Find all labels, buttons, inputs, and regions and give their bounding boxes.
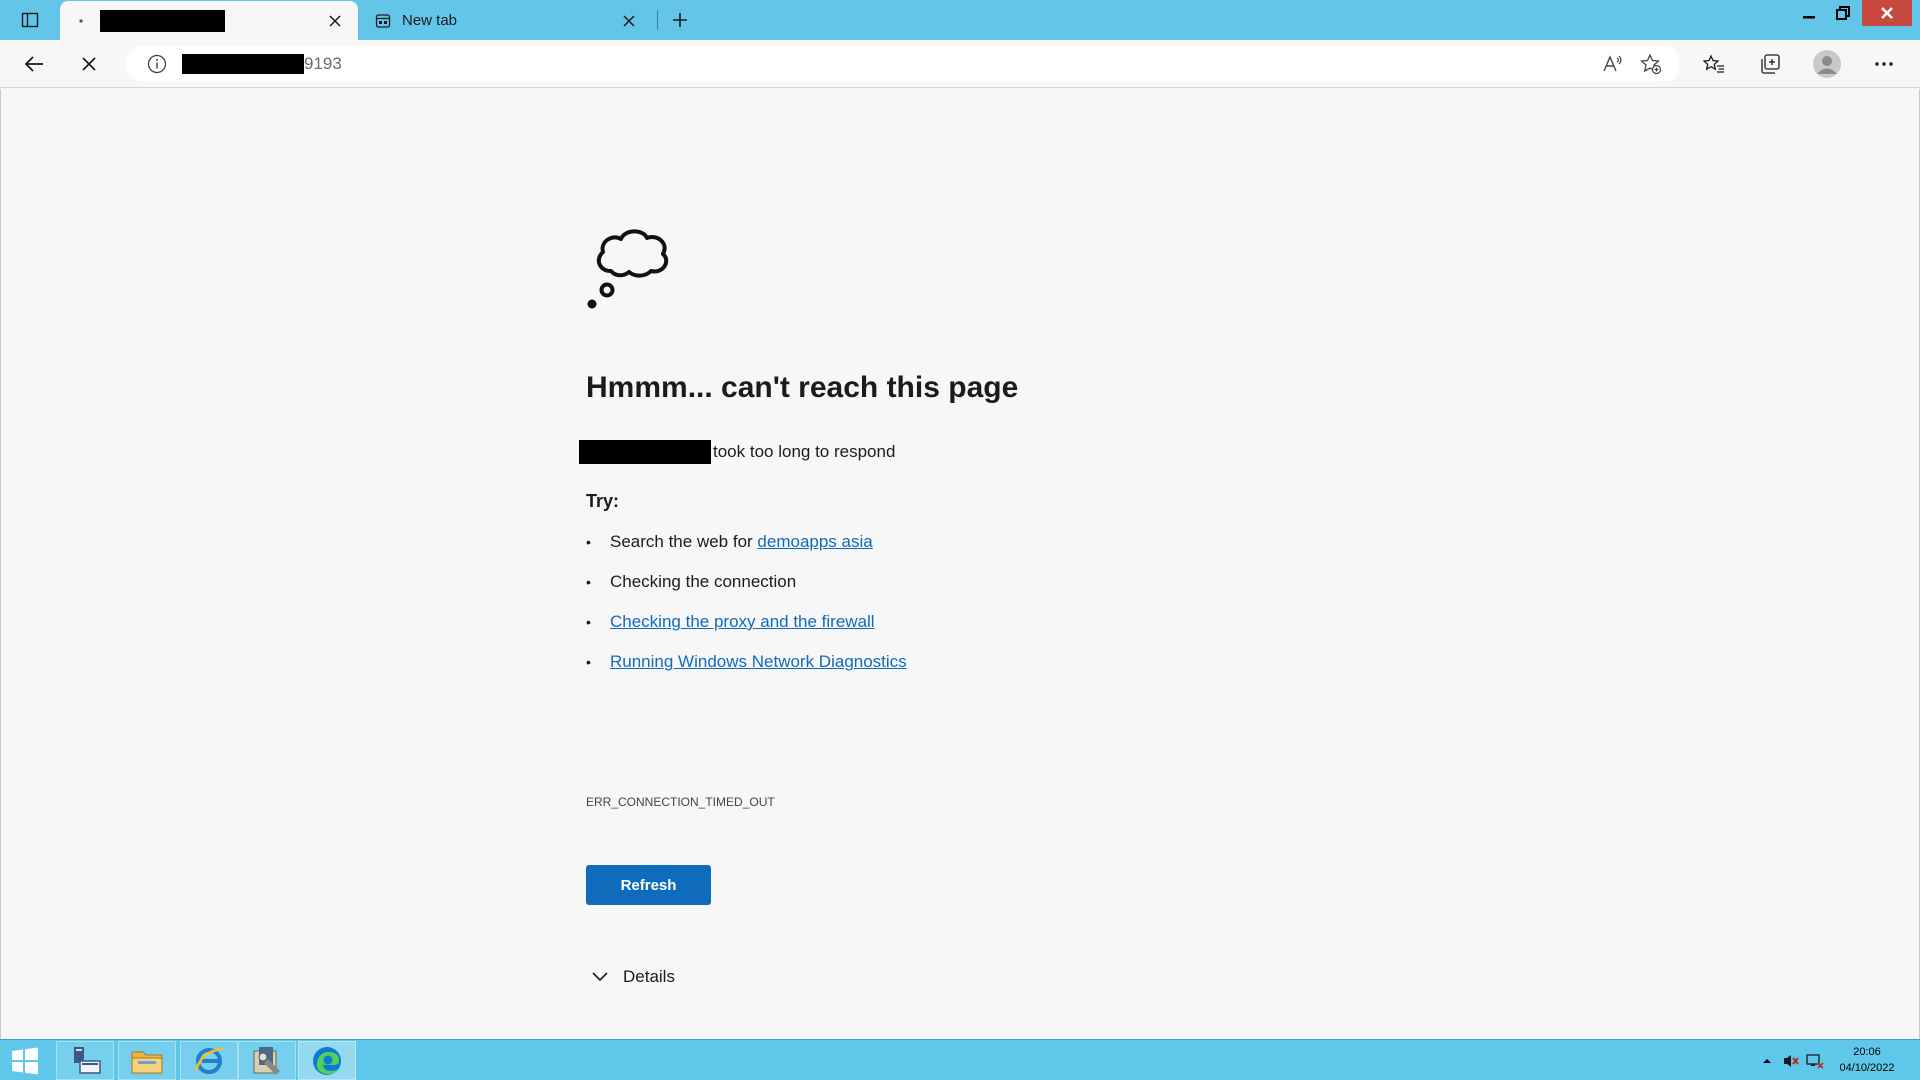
- tab-actions-icon[interactable]: [12, 6, 48, 34]
- details-label: Details: [623, 967, 675, 986]
- restore-icon[interactable]: [1828, 0, 1858, 26]
- new-tab-button[interactable]: [664, 6, 696, 34]
- clock-date: 04/10/2022: [1839, 1062, 1895, 1074]
- error-code: ERR_CONNECTION_TIMED_OUT: [586, 795, 775, 809]
- system-clock[interactable]: 20:06 04/10/2022: [1822, 1044, 1912, 1076]
- suggestion-text: Search the web for: [610, 532, 758, 551]
- redacted-url: [182, 54, 304, 74]
- redacted-tab-title: [100, 9, 225, 32]
- error-description-text: took too long to respond: [713, 442, 896, 461]
- start-button[interactable]: [0, 1041, 50, 1080]
- favorites-icon[interactable]: [1697, 48, 1731, 80]
- suggestion-item: • Checking the connection: [586, 572, 796, 592]
- suggestion-text: Checking the connection: [610, 572, 797, 591]
- try-label: Try:: [586, 491, 620, 511]
- bullet: •: [586, 614, 591, 630]
- tab-close-icon[interactable]: [618, 10, 640, 32]
- suggestion-item: • Running Windows Network Diagnostics: [586, 652, 907, 672]
- tab-active[interactable]: [60, 1, 358, 40]
- network-diagnostics-link[interactable]: Running Windows Network Diagnostics: [610, 652, 907, 672]
- suggestion-item: • Checking the proxy and the firewall: [586, 612, 875, 632]
- site-info-icon[interactable]: [146, 53, 168, 75]
- search-web-link[interactable]: demoapps asia: [757, 532, 872, 552]
- page-title: Hmmm... can't reach this page: [586, 371, 1019, 404]
- tab-close-icon[interactable]: [324, 10, 346, 32]
- show-hidden-icons[interactable]: [1762, 1040, 1772, 1080]
- window-close-icon[interactable]: [1862, 0, 1912, 26]
- new-tab-icon: [374, 12, 392, 30]
- collections-icon[interactable]: [1753, 48, 1787, 80]
- volume-muted-icon[interactable]: [1782, 1040, 1800, 1080]
- bullet: •: [586, 574, 591, 590]
- add-favorite-icon[interactable]: [1636, 49, 1666, 79]
- edge-icon[interactable]: [298, 1041, 356, 1080]
- tab-separator: [657, 10, 658, 30]
- back-icon[interactable]: [17, 48, 51, 80]
- file-explorer-icon[interactable]: [118, 1041, 176, 1080]
- tab-new-tab[interactable]: New tab: [362, 1, 652, 40]
- admin-tools-icon[interactable]: [238, 1041, 296, 1080]
- title-bar: New tab: [0, 0, 1920, 40]
- internet-explorer-icon[interactable]: [180, 1041, 238, 1080]
- browser-toolbar: 9193: [0, 40, 1920, 88]
- bullet: •: [586, 534, 591, 550]
- tab-title: New tab: [402, 12, 458, 29]
- details-toggle[interactable]: Details: [589, 966, 675, 988]
- server-manager-icon[interactable]: [56, 1041, 114, 1080]
- taskbar: 20:06 04/10/2022: [0, 1039, 1920, 1080]
- suggestion-item: • Search the web for demoapps asia: [586, 532, 873, 552]
- thought-bubble-icon: [583, 219, 679, 315]
- redacted-host: [579, 440, 711, 464]
- read-aloud-icon[interactable]: [1598, 49, 1628, 79]
- clock-time: 20:06: [1853, 1046, 1881, 1058]
- refresh-button[interactable]: Refresh: [586, 865, 711, 905]
- address-bar[interactable]: 9193: [126, 46, 1680, 82]
- stop-icon[interactable]: [72, 48, 106, 80]
- more-icon[interactable]: [1867, 48, 1901, 80]
- bullet: •: [586, 654, 591, 670]
- loading-icon: [72, 12, 90, 30]
- url-text: 9193: [304, 54, 342, 73]
- error-description: took too long to respond: [579, 440, 895, 464]
- error-page: Hmmm... can't reach this page took too l…: [0, 89, 1920, 1039]
- profile-icon[interactable]: [1810, 48, 1844, 80]
- minimize-icon[interactable]: [1794, 0, 1824, 26]
- proxy-firewall-link[interactable]: Checking the proxy and the firewall: [610, 612, 875, 632]
- chevron-down-icon: [589, 966, 611, 988]
